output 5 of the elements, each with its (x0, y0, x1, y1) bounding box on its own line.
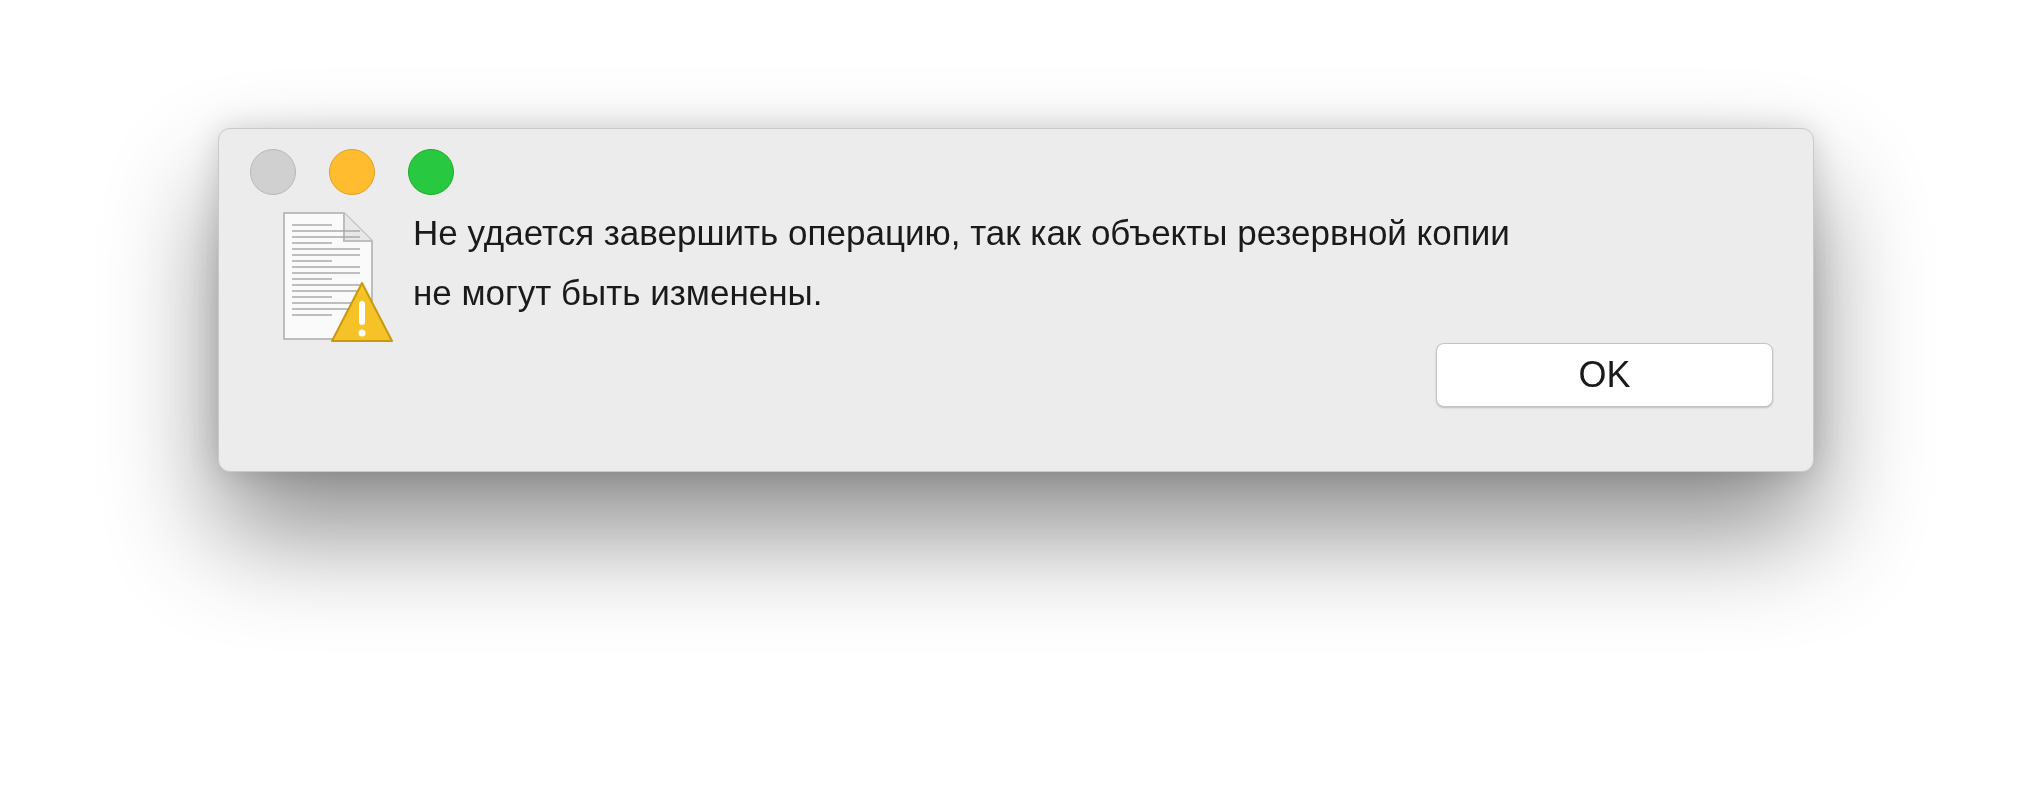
document-warning-icon (282, 211, 394, 345)
minimize-window-button[interactable] (329, 149, 375, 195)
ok-button[interactable]: OK (1436, 343, 1773, 407)
zoom-window-button[interactable] (408, 149, 454, 195)
alert-message: Не удается завершить операцию, так как объекты резервной копии не могут быть изменены. (413, 212, 1511, 314)
